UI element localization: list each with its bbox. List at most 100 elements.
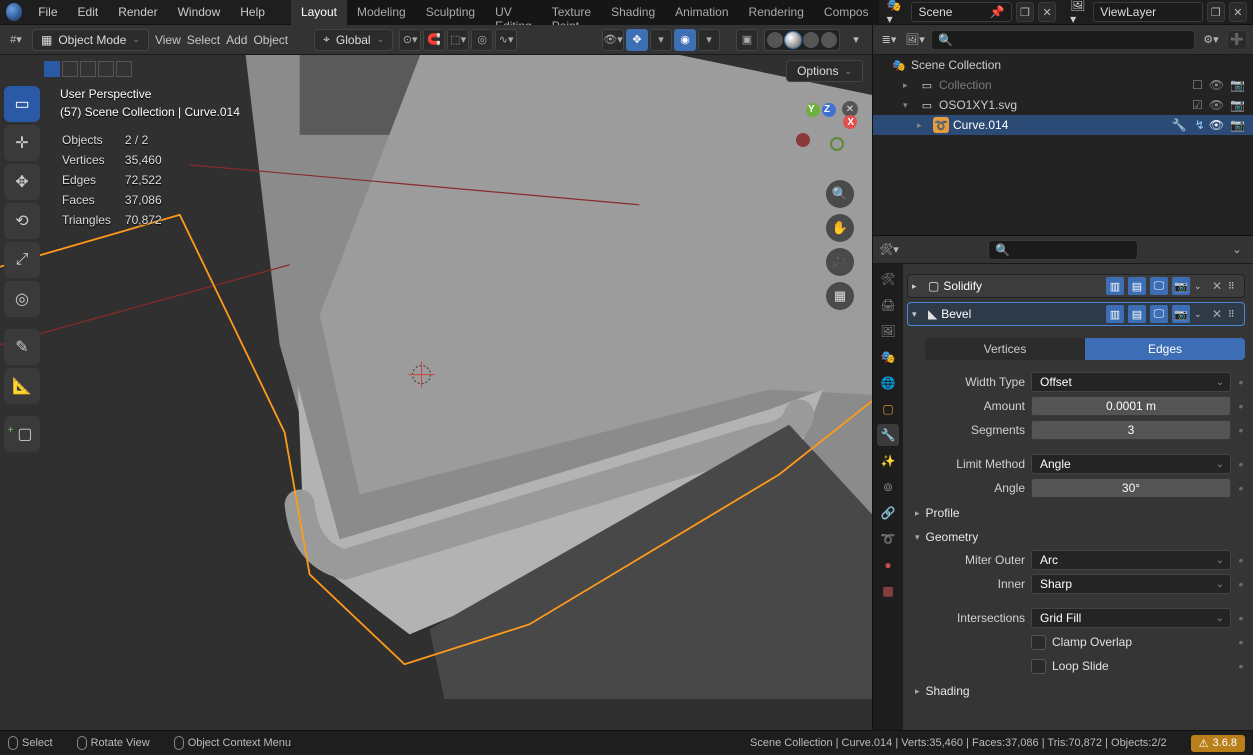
tool-cursor[interactable]: ✛ [4, 125, 40, 161]
anim-dot[interactable]: • [1237, 456, 1245, 472]
tab-modifiers[interactable]: 🔧 [877, 424, 899, 446]
shading-subpanel[interactable]: ▸Shading [907, 678, 1245, 702]
loop-slide-checkbox[interactable] [1031, 659, 1046, 674]
clamp-overlap-checkbox[interactable] [1031, 635, 1046, 650]
eye-icon[interactable]: 👁 [1209, 78, 1224, 92]
modifier-solidify-header[interactable]: ▸ ▢ Solidify ▥ ▤ 🖵 📷 ⌄ ✕ ⠿ [907, 274, 1245, 298]
chevron-right-icon[interactable]: ▸ [917, 120, 929, 131]
render-icon[interactable]: 📷 [1230, 98, 1245, 112]
anim-dot[interactable]: • [1237, 576, 1245, 592]
axis-neg-x[interactable] [796, 133, 810, 147]
amount-field[interactable]: 0.0001 m [1031, 396, 1231, 416]
menu-window[interactable]: Window [170, 1, 229, 23]
delete-viewlayer-button[interactable]: ✕ [1229, 2, 1247, 22]
tab-render[interactable]: 🛠 [877, 268, 899, 290]
pan-icon[interactable]: ✋ [826, 214, 854, 242]
snap-toggle[interactable]: 🧲 [423, 29, 445, 51]
add-menu[interactable]: Add [226, 33, 247, 47]
editor-type-icon[interactable]: #▾ [6, 30, 26, 50]
mode-selector[interactable]: ▦ Object Mode ⌄ [32, 29, 149, 51]
exclude-checkbox[interactable]: ☐ [1192, 78, 1203, 92]
tool-transform[interactable]: ◎ [4, 281, 40, 317]
workspace-animation[interactable]: Animation [665, 0, 738, 25]
inner-dropdown[interactable]: Sharp [1031, 574, 1231, 594]
shading-mode[interactable] [764, 29, 840, 51]
toggle-on-cage[interactable]: ▥ [1106, 277, 1124, 295]
properties-editor-icon[interactable]: 🛠▾ [879, 240, 899, 260]
tool-select-box[interactable]: ▭ [4, 86, 40, 122]
chevron-right-icon[interactable]: ▸ [903, 80, 915, 91]
outliner-collection[interactable]: ▸ ▭ Collection ☐👁📷 [873, 75, 1253, 95]
bevel-affect-segment[interactable]: Vertices Edges [925, 338, 1245, 360]
segments-field[interactable]: 3 [1031, 420, 1231, 440]
shade-matprev-icon[interactable] [803, 32, 819, 48]
toggle-realtime[interactable]: 🖵 [1150, 305, 1168, 323]
delete-scene-button[interactable]: ✕ [1038, 2, 1056, 22]
shade-render-icon[interactable] [821, 32, 837, 48]
outliner-curve-selected[interactable]: ▸ ➰ Curve.014 🔧 ↯ 👁📷 [873, 115, 1253, 135]
viewlayer-browse-icon[interactable]: 🖼▾ [1070, 0, 1089, 26]
outliner-tree[interactable]: 🎭 Scene Collection ▸ ▭ Collection ☐👁📷 ▾ … [873, 55, 1253, 235]
anim-dot[interactable]: • [1237, 610, 1245, 626]
snap-options[interactable]: ⬚▾ [447, 29, 469, 51]
gizmo-options[interactable]: ▾ [650, 29, 672, 51]
exclude-checkbox[interactable]: ☑ [1192, 98, 1203, 112]
select-menu[interactable]: Select [187, 33, 220, 47]
width-type-dropdown[interactable]: Offset [1031, 372, 1231, 392]
modifier-name[interactable]: Bevel [941, 307, 1102, 321]
scene-browse-icon[interactable]: 🎭▾ [887, 0, 906, 26]
pin-icon[interactable]: 📌 [990, 5, 1005, 19]
workspace-layout[interactable]: Layout [291, 0, 347, 25]
toggle-realtime[interactable]: 🖵 [1150, 277, 1168, 295]
overlay-options[interactable]: ▾ [698, 29, 720, 51]
tab-material[interactable]: ● [877, 554, 899, 576]
orientation-selector[interactable]: ⌖ Global ⌄ [314, 29, 393, 51]
eye-icon[interactable]: 👁 [1209, 98, 1224, 112]
extra-menu-icon[interactable]: ⠿ [1228, 309, 1240, 320]
proportional-options[interactable]: ∿▾ [495, 29, 517, 51]
tab-viewlayer[interactable]: 🖼 [877, 320, 899, 342]
tool-annotate[interactable]: ✎ [4, 329, 40, 365]
tool-measure[interactable]: 📐 [4, 368, 40, 404]
tool-add-cube[interactable]: +▢ [4, 416, 40, 452]
workspace-compositing[interactable]: Compos [814, 0, 879, 25]
camera-icon[interactable]: 🎥 [826, 248, 854, 276]
modifier-bevel-header[interactable]: ▾ ◣ Bevel ▥ ▤ 🖵 📷 ⌄ ✕ ⠿ [907, 302, 1245, 326]
outliner-display-icon[interactable]: 🖼▾ [905, 30, 925, 50]
outliner-file[interactable]: ▾ ▭ OSO1XY1.svg ☑👁📷 [873, 95, 1253, 115]
select-mode-extend[interactable] [62, 61, 78, 77]
workspace-uvediting[interactable]: UV Editing [485, 0, 542, 25]
tab-texture[interactable]: ▩ [877, 580, 899, 602]
menu-help[interactable]: Help [232, 1, 273, 23]
delete-modifier-icon[interactable]: ✕ [1212, 279, 1222, 293]
properties-options-icon[interactable]: ⌄ [1227, 240, 1247, 260]
tab-object[interactable]: ▢ [877, 398, 899, 420]
outliner-editor-icon[interactable]: ≣▾ [879, 30, 899, 50]
intersections-dropdown[interactable]: Grid Fill [1031, 608, 1231, 628]
tool-move[interactable]: ✥ [4, 164, 40, 200]
scene-name-field[interactable]: Scene 📌 [911, 2, 1011, 22]
tool-rotate[interactable]: ⟲ [4, 203, 40, 239]
select-mode-subtract[interactable] [80, 61, 96, 77]
chevron-down-icon[interactable]: ▾ [903, 100, 915, 111]
limit-method-dropdown[interactable]: Angle [1031, 454, 1231, 474]
menu-edit[interactable]: Edit [70, 1, 107, 23]
affect-edges[interactable]: Edges [1085, 338, 1245, 360]
new-viewlayer-button[interactable]: ❐ [1207, 2, 1225, 22]
workspace-modeling[interactable]: Modeling [347, 0, 416, 25]
chevron-down-icon[interactable]: ⌄ [1194, 281, 1206, 292]
filter-icon[interactable]: ⚙▾ [1201, 30, 1221, 50]
anim-dot[interactable]: • [1237, 634, 1245, 650]
render-icon[interactable]: 📷 [1230, 118, 1245, 132]
tab-world[interactable]: 🌐 [877, 372, 899, 394]
nav-gizmo[interactable]: X Y Z [800, 105, 854, 159]
version-badge[interactable]: ⚠3.6.8 [1191, 735, 1245, 752]
tab-scene[interactable]: 🎭 [877, 346, 899, 368]
proportional-toggle[interactable]: ◎ [471, 29, 493, 51]
toggle-editmode[interactable]: ▤ [1128, 305, 1146, 323]
new-scene-button[interactable]: ❐ [1016, 2, 1034, 22]
toggle-on-cage[interactable]: ▥ [1106, 305, 1124, 323]
perspective-icon[interactable]: ▦ [826, 282, 854, 310]
object-menu[interactable]: Object [253, 33, 288, 47]
toggle-render[interactable]: 📷 [1172, 305, 1190, 323]
